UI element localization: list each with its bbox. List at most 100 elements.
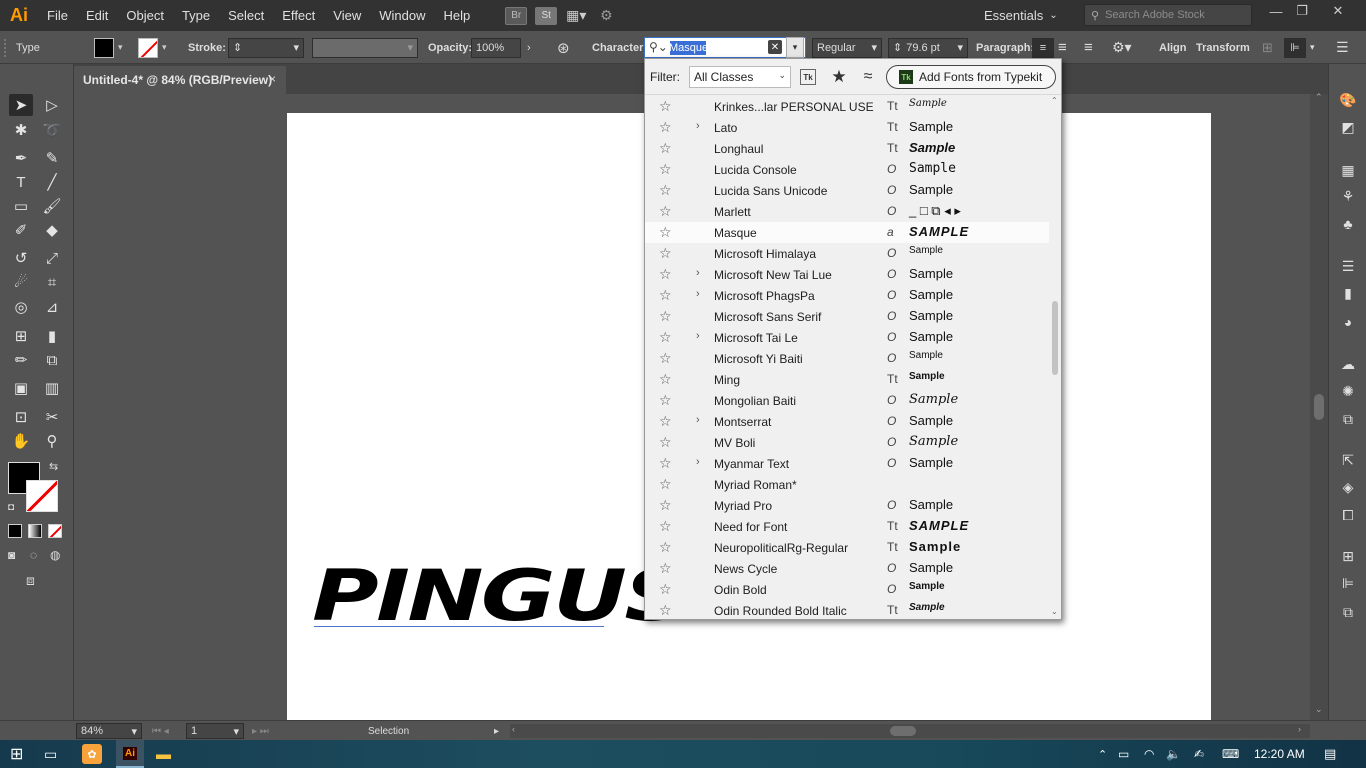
font-row[interactable]: ☆ Microsoft Yi Baiti O Sample (645, 348, 1049, 369)
favorite-star-icon[interactable]: ☆ (659, 161, 672, 178)
panel-toggle-icon[interactable]: ⊫ (1284, 37, 1306, 58)
favorite-star-icon[interactable]: ☆ (659, 371, 672, 388)
scroll-left-icon[interactable]: ‹ (512, 724, 515, 734)
favorite-star-icon[interactable]: ☆ (659, 182, 672, 199)
stepper-icon[interactable]: ⇕ (893, 41, 902, 54)
scroll-down-icon[interactable]: ⌄ (1051, 607, 1058, 616)
menu-effect[interactable]: Effect (273, 0, 324, 31)
opacity-field[interactable]: 100% (471, 37, 521, 58)
artboard-number-field[interactable]: 1 ▾ (186, 723, 244, 739)
blend-tool-icon[interactable]: ⧉ (40, 349, 64, 371)
font-row[interactable]: ☆ › Microsoft New Tai Lue O Sample (645, 264, 1049, 285)
stroke-weight-field[interactable]: ⇕ ▾ (228, 37, 304, 58)
close-tab-button[interactable]: × (269, 72, 276, 86)
gradient-panel-icon[interactable]: ▮ (1338, 283, 1358, 303)
paintbrush-tool-icon[interactable]: 🖌 (40, 195, 64, 217)
font-row[interactable]: ☆ Microsoft Sans Serif O Sample (645, 306, 1049, 327)
scroll-up-icon[interactable]: ⌃ (1051, 96, 1058, 105)
expand-family-icon[interactable]: › (696, 414, 700, 426)
font-row[interactable]: ☆ Krinkes...lar PERSONAL USE Tt Sample (645, 96, 1049, 117)
typekit-filter-icon[interactable]: Tk (800, 69, 816, 85)
opentype-icon[interactable]: ⚙▾ (1112, 39, 1132, 56)
menu-file[interactable]: File (38, 0, 77, 31)
font-row[interactable]: ☆ Longhaul Tt Sample (645, 138, 1049, 159)
font-dropdown-toggle[interactable]: ▾ (786, 37, 804, 58)
favorite-star-icon[interactable]: ☆ (659, 434, 672, 451)
scroll-up-icon[interactable]: ⌃ (1315, 92, 1323, 103)
artboard-text[interactable]: PINGUS (312, 556, 690, 636)
swatches-panel-icon[interactable]: ▦ (1338, 160, 1358, 180)
stock-button[interactable]: St (535, 6, 558, 25)
task-view-icon[interactable]: ▭ (44, 744, 57, 764)
bridge-button[interactable]: Br (505, 6, 528, 25)
volume-icon[interactable]: 🔈 (1166, 744, 1181, 764)
chevron-down-icon[interactable]: ▾ (118, 42, 123, 53)
windows-start-icon[interactable]: ⊞ (10, 744, 23, 764)
font-list-scroll-thumb[interactable] (1052, 301, 1058, 375)
font-row[interactable]: ☆ Marlett O _ □ ⧉ ◂ ▸ (645, 201, 1049, 222)
artboard-tool-icon[interactable]: ⊡ (9, 406, 33, 428)
menu-select[interactable]: Select (219, 0, 273, 31)
favorite-star-icon[interactable]: ☆ (659, 560, 672, 577)
font-row[interactable]: ☆ Lucida Console O Sample (645, 159, 1049, 180)
pathfinder-panel-icon[interactable]: ⧉ (1338, 602, 1358, 622)
close-window-button[interactable]: ✕ (1322, 0, 1354, 22)
line-tool-icon[interactable]: ╱ (40, 171, 64, 193)
magic-wand-tool-icon[interactable]: ✱ (9, 119, 33, 141)
font-row[interactable]: ☆ Odin Bold O Sample (645, 579, 1049, 600)
rotate-tool-icon[interactable]: ↺ (9, 247, 33, 269)
notifications-icon[interactable]: ▤ (1324, 744, 1336, 764)
pen-tool-icon[interactable]: ✒ (9, 147, 33, 169)
hand-tool-icon[interactable]: ✋ (9, 430, 33, 452)
taskbar-clock[interactable]: 12:20 AM (1254, 740, 1305, 768)
stock-search-input[interactable]: ⚲ Search Adobe Stock (1084, 4, 1252, 26)
favorite-star-icon[interactable]: ☆ (659, 98, 672, 115)
direct-selection-tool-icon[interactable]: ▷ (40, 94, 64, 116)
favorite-star-icon[interactable]: ☆ (659, 581, 672, 598)
favorite-star-icon[interactable]: ☆ (659, 224, 672, 241)
font-row[interactable]: ☆ Odin Rounded Bold Italic Tt Sample (645, 600, 1049, 619)
shape-icon[interactable]: ⊞ (1262, 40, 1273, 56)
stroke-color-box[interactable] (26, 480, 58, 512)
scale-tool-icon[interactable]: ⤢ (40, 247, 64, 269)
favorite-star-icon[interactable]: ☆ (659, 329, 672, 346)
file-explorer-icon[interactable]: ▬ (156, 744, 171, 764)
column-graph-tool-icon[interactable]: ▥ (40, 377, 64, 399)
font-search-input[interactable] (669, 40, 779, 55)
default-colors-icon[interactable]: ◘ (8, 502, 14, 513)
scroll-right-icon[interactable]: › (1298, 724, 1301, 734)
color-mode-icon[interactable] (8, 524, 22, 538)
warp-tool-icon[interactable]: ☄ (9, 271, 33, 293)
shape-builder-tool-icon[interactable]: ◎ (9, 296, 33, 318)
variable-width-profile[interactable]: ▾ (312, 37, 418, 58)
grip-handle[interactable] (4, 38, 8, 57)
mesh-tool-icon[interactable]: ⊞ (9, 325, 33, 347)
stroke-swatch[interactable] (138, 37, 158, 58)
filter-classes-select[interactable]: All Classes ⌄ (689, 66, 791, 88)
symbol-sprayer-tool-icon[interactable]: ▣ (9, 377, 33, 399)
favorite-star-icon[interactable]: ☆ (659, 476, 672, 493)
arrange-documents-icon[interactable]: ▦▾ (565, 7, 587, 25)
color-panel-icon[interactable]: 🎨 (1338, 90, 1358, 110)
stepper-icon[interactable]: ⇕ (233, 41, 242, 54)
restore-button[interactable]: ❐ (1286, 0, 1318, 22)
color-guide-icon[interactable]: ◩ (1338, 117, 1358, 137)
expand-family-icon[interactable]: › (696, 267, 700, 279)
last-artboard-icon[interactable]: ▸ ⏭ (252, 721, 269, 741)
libraries-panel-icon[interactable]: ☁ (1338, 354, 1358, 374)
font-row[interactable]: ☆ Mongolian Baiti O Sample (645, 390, 1049, 411)
gpu-performance-icon[interactable]: ⚙ (595, 7, 617, 25)
favorite-star-icon[interactable]: ☆ (659, 455, 672, 472)
expand-family-icon[interactable]: › (696, 330, 700, 342)
align-center-icon[interactable]: ≡ (1058, 39, 1067, 56)
draw-behind-icon[interactable]: ◌ (30, 548, 37, 562)
favorite-star-icon[interactable]: ☆ (659, 518, 672, 535)
menu-object[interactable]: Object (117, 0, 173, 31)
favorite-star-icon[interactable]: ☆ (659, 497, 672, 514)
eyedropper-tool-icon[interactable]: ✏ (9, 349, 33, 371)
workspace-switcher[interactable]: Essentials ⌄ (984, 0, 1058, 31)
font-row[interactable]: ☆ › Myanmar Text O Sample (645, 453, 1049, 474)
slice-tool-icon[interactable]: ✂ (40, 406, 64, 428)
favorites-filter-icon[interactable]: ★ (829, 67, 849, 87)
symbols-panel-icon[interactable]: ♣ (1338, 214, 1358, 234)
